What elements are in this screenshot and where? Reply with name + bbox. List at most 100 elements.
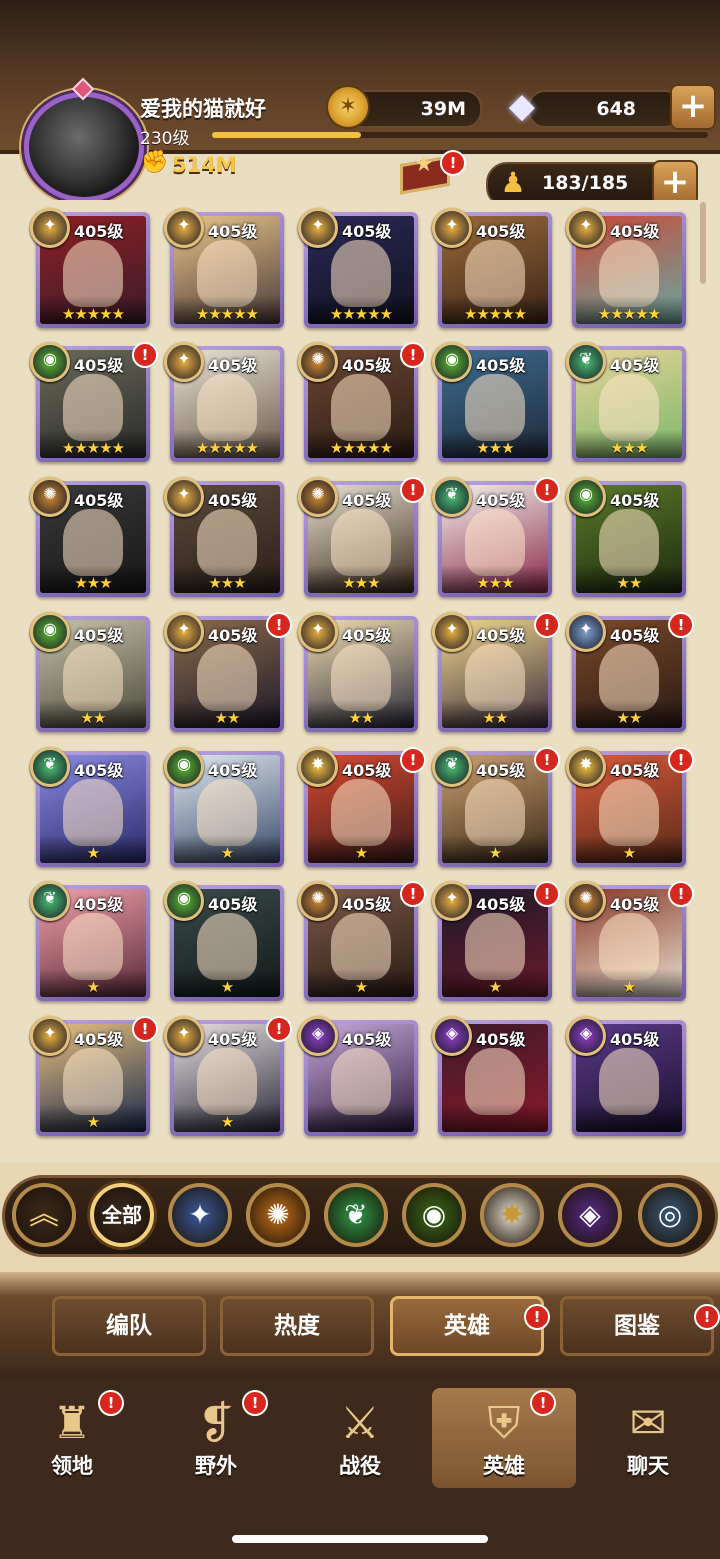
tab-2[interactable]: 英雄: [390, 1296, 544, 1356]
hero-card[interactable]: ◈ 405级: [298, 1016, 418, 1136]
hero-level: 405级: [208, 626, 258, 645]
hero-stars: ★: [86, 844, 100, 862]
roster-value: 183/185: [542, 172, 629, 194]
hero-card[interactable]: ◉ 405级 ★★: [30, 612, 150, 732]
filter-lightbearer-icon[interactable]: ✦: [168, 1183, 232, 1247]
hero-card[interactable]: ◈ 405级: [566, 1016, 686, 1136]
hero-card[interactable]: ✺ 405级 ★!: [566, 881, 694, 1001]
nav-label: 战役: [339, 1454, 381, 1478]
nav-alert-icon: !: [98, 1390, 124, 1416]
hero-stars: ★: [220, 1113, 234, 1131]
hero-stars: ★: [220, 978, 234, 996]
filter-hypogean-icon[interactable]: ◈: [558, 1183, 622, 1247]
hero-alert-icon: !: [534, 881, 560, 907]
hero-card[interactable]: ❦ 405级 ★: [30, 747, 150, 867]
tab-0[interactable]: 编队: [52, 1296, 206, 1356]
hero-card[interactable]: ✸ 405级 ★!: [298, 747, 426, 867]
hero-card[interactable]: ✦ 405级 ★★★★★: [566, 208, 686, 328]
faction-lightbearer-icon: ✦: [432, 881, 472, 921]
faction-lightbearer-icon: ✦: [30, 208, 70, 248]
tab-1[interactable]: 热度: [220, 1296, 374, 1356]
hero-card[interactable]: ◉ 405级 ★: [164, 881, 284, 1001]
home-indicator[interactable]: [232, 1535, 488, 1543]
hero-level: 405级: [208, 491, 258, 510]
hero-card[interactable]: ✦ 405级 ★★★: [164, 477, 284, 597]
hero-card[interactable]: ✸ 405级 ★!: [566, 747, 694, 867]
hero-card[interactable]: ✦ 405级 ★!: [30, 1016, 158, 1136]
xp-bar-fill: [212, 132, 361, 138]
player-avatar[interactable]: [24, 92, 144, 202]
hero-level: 405级: [610, 1030, 660, 1049]
hero-card[interactable]: ✦ 405级 ★★★★★: [164, 208, 284, 328]
hero-card[interactable]: ◉ 405级 ★: [164, 747, 284, 867]
filter-mauler-icon[interactable]: ✺: [246, 1183, 310, 1247]
faction-mauler-icon: ✺: [298, 881, 338, 921]
diamond-icon: ◆: [508, 86, 536, 126]
hero-card[interactable]: ❦ 405级 ★!: [432, 747, 560, 867]
hero-stars: ★★★★★: [195, 305, 259, 323]
filter-all-button[interactable]: 全部: [90, 1183, 154, 1247]
hero-card[interactable]: ◉ 405级 ★★★: [432, 342, 552, 462]
hero-alert-icon: !: [400, 747, 426, 773]
faction-wilder-icon: ❦: [30, 881, 70, 921]
hero-card[interactable]: ✦ 405级 ★!: [432, 881, 560, 1001]
hero-card[interactable]: ✦ 405级 ★★!: [432, 612, 560, 732]
hero-card[interactable]: ✺ 405级 ★★★★★!: [298, 342, 426, 462]
collapse-chevron-icon[interactable]: ︽: [12, 1183, 76, 1247]
faction-wilder-icon: ❦: [566, 342, 606, 382]
filter-dimensional-icon[interactable]: ◎: [638, 1183, 702, 1247]
hero-level: 405级: [74, 1030, 124, 1049]
gem-counter: 648: [528, 90, 682, 128]
hero-card[interactable]: ✦ 405级 ★★!: [164, 612, 292, 732]
hero-card[interactable]: ✦ 405级 ★★★★★: [298, 208, 418, 328]
hero-card[interactable]: ✺ 405级 ★★★!: [298, 477, 426, 597]
nav-item-4[interactable]: ✉ 聊天: [576, 1388, 720, 1488]
hero-stars: ★★: [348, 709, 375, 727]
hero-card[interactable]: ◈ 405级: [432, 1016, 552, 1136]
faction-hypogean-icon: ◈: [298, 1016, 338, 1056]
hero-stars: ★★: [616, 574, 643, 592]
hero-stars: ★★: [482, 709, 509, 727]
nav-item-1[interactable]: ❡ 野外!: [144, 1388, 288, 1488]
hero-card[interactable]: ✦ 405级 ★★★★★: [164, 342, 284, 462]
hero-card[interactable]: ✺ 405级 ★★★: [30, 477, 150, 597]
hero-card[interactable]: ◉ 405级 ★★: [566, 477, 686, 597]
player-name: 爱我的猫就好: [140, 97, 266, 121]
xp-bar: [212, 132, 708, 138]
hero-level: 405级: [74, 222, 124, 241]
filter-celestial-icon[interactable]: ✸: [480, 1183, 544, 1247]
hero-stars: ★★★: [476, 574, 514, 592]
hero-stars: ★★★: [610, 439, 648, 457]
hero-level: 405级: [610, 626, 660, 645]
hero-level: 405级: [476, 626, 526, 645]
hero-card[interactable]: ❦ 405级 ★: [30, 881, 150, 1001]
grid-scrollbar[interactable]: [700, 202, 706, 284]
hero-card[interactable]: ✦ 405级 ★★: [298, 612, 418, 732]
faction-lightbearer-icon: ✦: [164, 477, 204, 517]
hero-level: 405级: [476, 895, 526, 914]
hero-card[interactable]: ✦ 405级 ★!: [164, 1016, 292, 1136]
nav-item-0[interactable]: ♜ 领地!: [0, 1388, 144, 1488]
hero-card[interactable]: ✦ 405级 ★★★★★: [432, 208, 552, 328]
hero-level: 405级: [342, 895, 392, 914]
hero-card[interactable]: ✦ 405级 ★★!: [566, 612, 694, 732]
tab-3[interactable]: 图鉴: [560, 1296, 714, 1356]
add-gems-button[interactable]: +: [670, 84, 716, 130]
nav-item-2[interactable]: ⚔ 战役: [288, 1388, 432, 1488]
hero-level: 405级: [208, 761, 258, 780]
hero-card[interactable]: ✦ 405级 ★★★★★: [30, 208, 150, 328]
filter-wilder-icon[interactable]: ❦: [324, 1183, 388, 1247]
tab-alert-icon: !: [524, 1304, 550, 1330]
hero-card[interactable]: ✺ 405级 ★!: [298, 881, 426, 1001]
hero-stars: ★★★: [342, 574, 380, 592]
filter-graveborn-icon[interactable]: ◉: [402, 1183, 466, 1247]
hero-card[interactable]: ◉ 405级 ★★★★★!: [30, 342, 158, 462]
player-level: 230级: [140, 129, 190, 149]
hero-card[interactable]: ❦ 405级 ★★★!: [432, 477, 560, 597]
faction-wilder-icon: ❦: [30, 747, 70, 787]
sword-emblem-icon: ⚔: [340, 1398, 380, 1449]
hero-level: 405级: [208, 222, 258, 241]
faction-graveborn-icon: ◉: [164, 747, 204, 787]
hero-card[interactable]: ❦ 405级 ★★★: [566, 342, 686, 462]
nav-item-3[interactable]: ⛨ 英雄!: [432, 1388, 576, 1488]
